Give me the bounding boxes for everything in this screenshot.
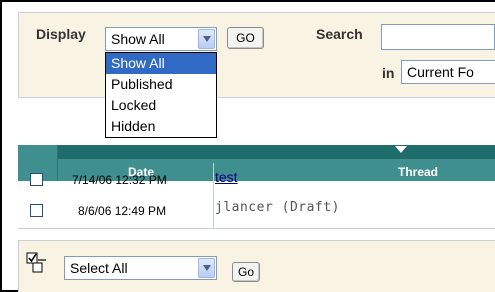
select-all-checkbox-icon[interactable]: [26, 252, 48, 274]
search-scope-value: Current Fo: [407, 64, 474, 80]
table-row: 8/6/06 12:49 PM jlancer (Draft): [18, 196, 495, 220]
thread-draft-title[interactable]: jlancer (Draft): [215, 200, 340, 215]
column-divider: [213, 163, 214, 228]
bulk-go-button[interactable]: Go: [232, 262, 260, 282]
bulk-action-select[interactable]: Select All: [64, 256, 217, 280]
display-options-list: Show All Published Locked Hidden: [105, 52, 217, 138]
row-checkbox[interactable]: [30, 173, 43, 186]
thread-link[interactable]: test: [215, 169, 238, 185]
sort-arrow-icon[interactable]: [395, 146, 407, 153]
row-date: 8/6/06 12:49 PM: [78, 204, 167, 218]
row-date: 7/14/06 12:32 PM: [72, 173, 167, 187]
display-label: Display: [36, 26, 86, 42]
chevron-down-icon[interactable]: [198, 258, 215, 278]
row-checkbox[interactable]: [30, 204, 43, 217]
bulk-action-value: Select All: [70, 260, 128, 276]
search-label: Search: [316, 26, 363, 42]
display-option[interactable]: Published: [106, 74, 216, 95]
search-scope-select[interactable]: Current Fo: [401, 60, 495, 84]
row-separator: [18, 228, 495, 229]
display-option[interactable]: Show All: [106, 53, 216, 74]
table-row: 7/14/06 12:32 PM test: [18, 166, 495, 190]
in-label: in: [382, 65, 395, 81]
display-select-value: Show All: [111, 31, 165, 47]
display-go-button[interactable]: GO: [227, 27, 264, 49]
display-option[interactable]: Locked: [106, 95, 216, 116]
chevron-down-icon[interactable]: [198, 29, 215, 49]
search-input[interactable]: [381, 24, 495, 50]
display-option[interactable]: Hidden: [106, 116, 216, 137]
display-select[interactable]: Show All: [105, 27, 217, 51]
